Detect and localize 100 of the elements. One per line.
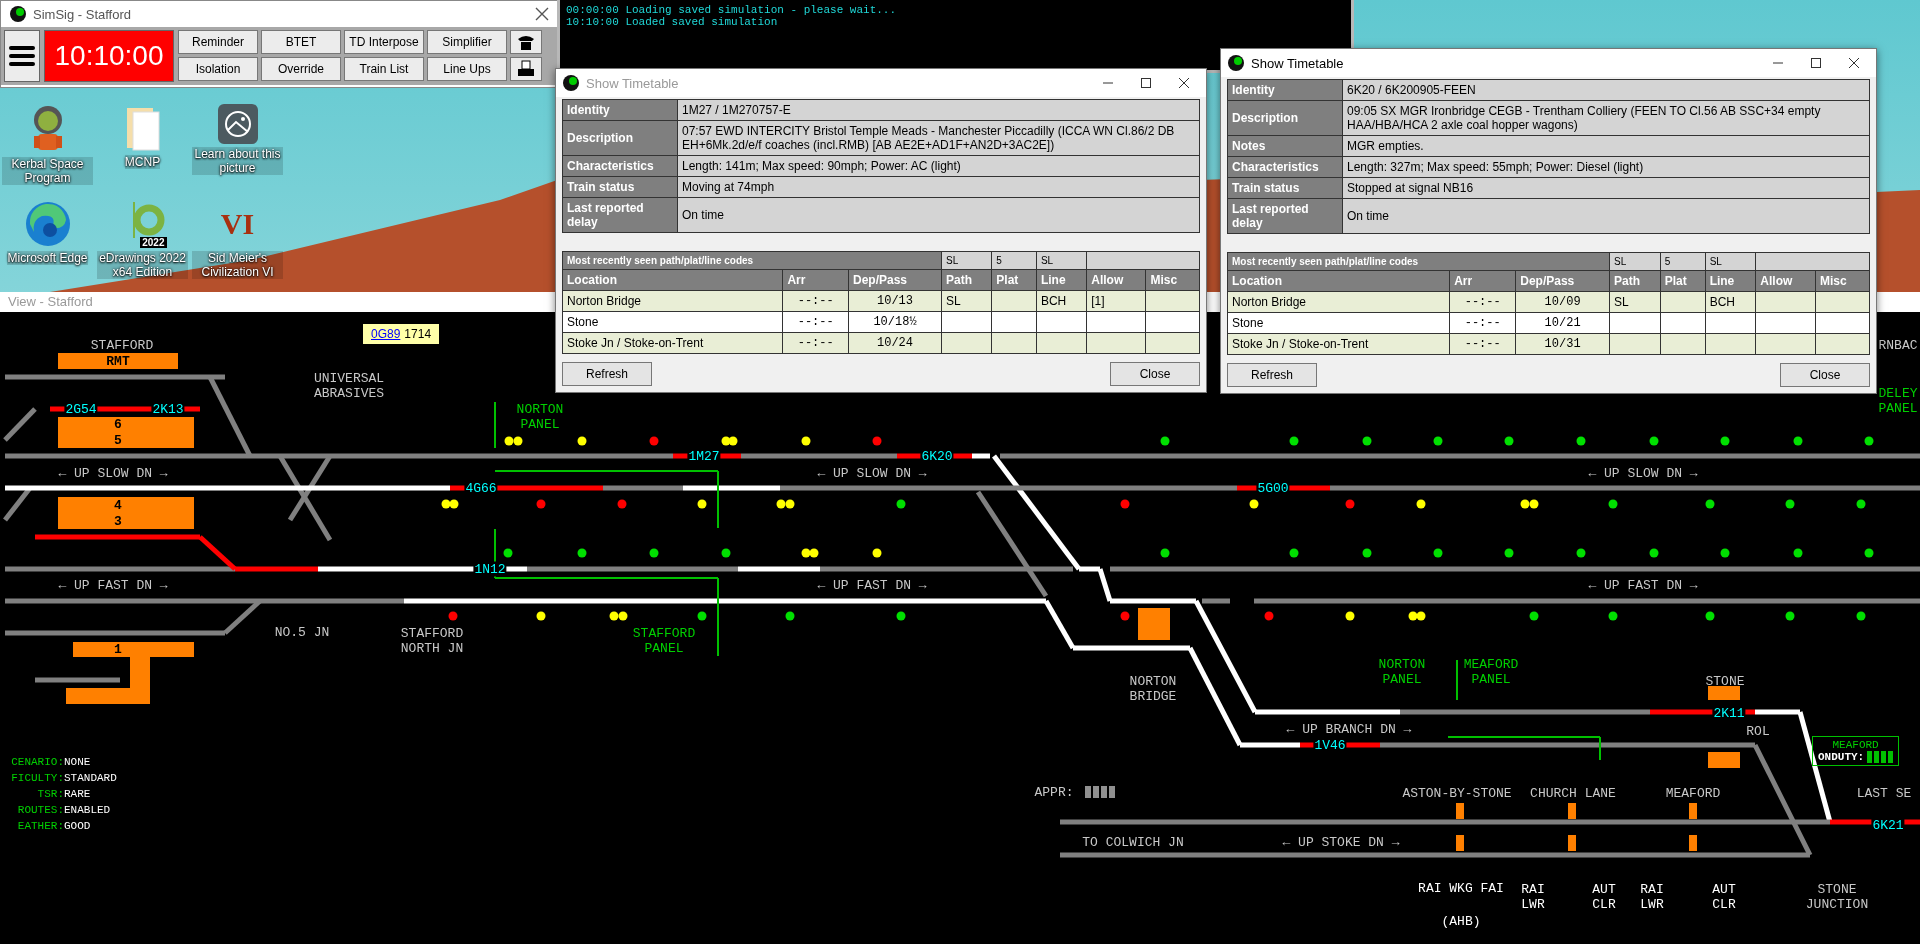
- signal-light[interactable]: [697, 611, 707, 621]
- signal-light[interactable]: [776, 499, 786, 509]
- field-value: On time: [677, 197, 1200, 233]
- signal-light[interactable]: [1416, 611, 1426, 621]
- signal-light[interactable]: [1705, 499, 1715, 509]
- close-icon: [1848, 57, 1860, 69]
- signal-light[interactable]: [721, 436, 731, 446]
- location-label: STAFFORD NORTH JN: [400, 626, 464, 656]
- platform-number: 4: [114, 497, 122, 513]
- signal-light[interactable]: [1504, 436, 1514, 446]
- column-header: Location: [1227, 270, 1450, 292]
- signal-light[interactable]: [513, 436, 523, 446]
- signal-light[interactable]: [721, 548, 731, 558]
- signal-light[interactable]: [785, 499, 795, 509]
- direction-label: ← UP SLOW DN →: [1588, 465, 1698, 481]
- signal-light[interactable]: [449, 499, 459, 509]
- signal-light[interactable]: [697, 499, 707, 509]
- signal-light[interactable]: [1705, 611, 1715, 621]
- signal-light[interactable]: [1520, 499, 1530, 509]
- maximize-button[interactable]: [1140, 77, 1152, 89]
- toolbar-button[interactable]: TD Interpose: [344, 30, 424, 54]
- toolbar-button[interactable]: Reminder: [178, 30, 258, 54]
- close-button[interactable]: [1848, 57, 1860, 69]
- level-crossing-drawing: [1456, 803, 1464, 851]
- platform-number: RMT: [106, 353, 130, 369]
- toolbar-button[interactable]: Line Ups: [427, 57, 507, 81]
- toolbar-button[interactable]: BTET: [261, 30, 341, 54]
- signal-light[interactable]: [504, 436, 514, 446]
- dialog-button[interactable]: Close: [1780, 363, 1870, 387]
- close-button[interactable]: [533, 5, 551, 23]
- dialog-button[interactable]: Refresh: [1227, 363, 1317, 387]
- signal-light[interactable]: [1576, 436, 1586, 446]
- signal-light[interactable]: [1362, 548, 1372, 558]
- signal-light[interactable]: [536, 611, 546, 621]
- desktop-shortcut[interactable]: 2022 eDrawings 2022 x64 Edition: [95, 196, 190, 283]
- signal-light[interactable]: [1864, 436, 1874, 446]
- toolbar-button[interactable]: Simplifier: [427, 30, 507, 54]
- signal-light[interactable]: [1856, 499, 1866, 509]
- signal-light[interactable]: [1576, 548, 1586, 558]
- signal-light[interactable]: [1289, 436, 1299, 446]
- signal-light[interactable]: [1160, 436, 1170, 446]
- field-value: MGR empties.: [1342, 135, 1870, 157]
- signal-light[interactable]: [577, 548, 587, 558]
- signal-light[interactable]: [1793, 548, 1803, 558]
- signal-light[interactable]: [1408, 611, 1418, 621]
- maximize-button[interactable]: [1810, 57, 1822, 69]
- signal-light[interactable]: [872, 548, 882, 558]
- signal-light[interactable]: [728, 436, 738, 446]
- signal-light[interactable]: [1649, 436, 1659, 446]
- signal-light[interactable]: [1433, 436, 1443, 446]
- field-label: Notes: [1227, 135, 1343, 157]
- panel-label: NORTON PANEL: [516, 402, 564, 432]
- field-value: On time: [1342, 198, 1870, 234]
- train-berth-label[interactable]: 1N12: [473, 561, 507, 577]
- menu-button[interactable]: [4, 30, 40, 82]
- signal-light[interactable]: [1856, 611, 1866, 621]
- signal-light[interactable]: [1529, 499, 1539, 509]
- toolbar-button[interactable]: Override: [261, 57, 341, 81]
- signal-light[interactable]: [1649, 548, 1659, 558]
- toolbar-button[interactable]: Train List: [344, 57, 424, 81]
- signal-light[interactable]: [1416, 499, 1426, 509]
- signal-light[interactable]: [896, 611, 906, 621]
- signal-light[interactable]: [801, 548, 811, 558]
- train-link[interactable]: 0G89: [371, 327, 401, 341]
- dialog-button[interactable]: Close: [1110, 362, 1200, 386]
- signal-light[interactable]: [503, 548, 513, 558]
- signal-light[interactable]: [1529, 611, 1539, 621]
- signal-light[interactable]: [618, 611, 628, 621]
- close-button[interactable]: [1178, 77, 1190, 89]
- signal-light[interactable]: [1433, 548, 1443, 558]
- signal-light[interactable]: [1864, 548, 1874, 558]
- signal-light[interactable]: [577, 436, 587, 446]
- location-label: UNIVERSAL ABRASIVES: [313, 371, 385, 401]
- signal-light[interactable]: [1720, 548, 1730, 558]
- signal-light[interactable]: [1504, 548, 1514, 558]
- signal-light[interactable]: [609, 611, 619, 621]
- signal-light[interactable]: [1362, 436, 1372, 446]
- signal-light[interactable]: [785, 611, 795, 621]
- location-label: ASTON-BY-STONE: [1402, 785, 1512, 801]
- signal-light[interactable]: [1160, 548, 1170, 558]
- signal-light[interactable]: [1608, 611, 1618, 621]
- signal-light[interactable]: [1345, 611, 1355, 621]
- signal-light[interactable]: [1785, 611, 1795, 621]
- toolbar-button[interactable]: Isolation: [178, 57, 258, 81]
- printer-button[interactable]: [510, 57, 542, 81]
- signal-light[interactable]: [1608, 499, 1618, 509]
- signal-light[interactable]: [1289, 548, 1299, 558]
- dialog-button[interactable]: Refresh: [562, 362, 652, 386]
- status-label: TSR:: [36, 787, 64, 802]
- phone-button[interactable]: [510, 30, 542, 54]
- phone-icon: [516, 33, 536, 51]
- signal-light[interactable]: [896, 499, 906, 509]
- signal-light[interactable]: [1793, 436, 1803, 446]
- signal-light[interactable]: [649, 548, 659, 558]
- signal-light[interactable]: [801, 436, 811, 446]
- signal-light[interactable]: [1249, 499, 1259, 509]
- signal-light[interactable]: [441, 499, 451, 509]
- signal-light[interactable]: [809, 548, 819, 558]
- signal-light[interactable]: [1720, 436, 1730, 446]
- signal-light[interactable]: [1785, 499, 1795, 509]
